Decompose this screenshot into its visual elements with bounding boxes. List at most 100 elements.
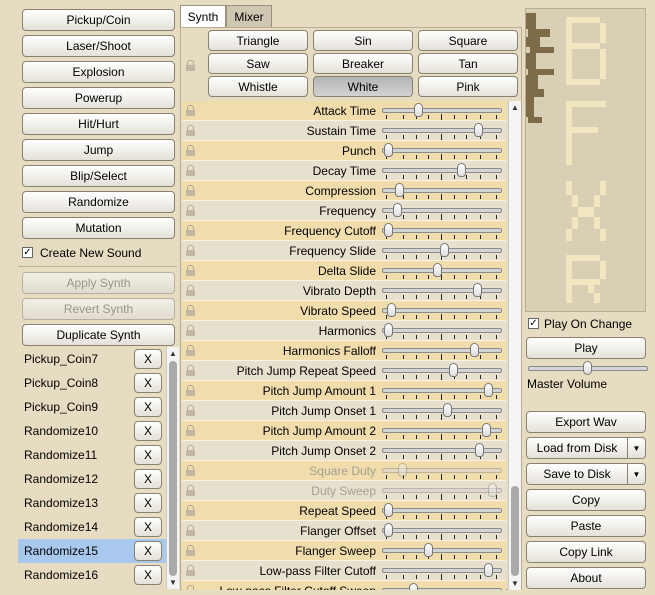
waveform-button[interactable]: Tan bbox=[418, 53, 518, 74]
param-slider-knob[interactable] bbox=[409, 583, 418, 590]
delete-sound-button[interactable]: X bbox=[134, 541, 162, 561]
play-on-change-checkbox[interactable]: ✓ bbox=[528, 318, 539, 329]
list-item[interactable]: Pickup_Coin8 X bbox=[18, 371, 166, 395]
list-item[interactable]: Randomize11 X bbox=[18, 443, 166, 467]
param-slider-track[interactable] bbox=[382, 408, 502, 413]
param-slider-knob[interactable] bbox=[482, 423, 491, 437]
param-slider-knob[interactable] bbox=[475, 443, 484, 457]
lock-icon[interactable] bbox=[186, 245, 195, 256]
scroll-up-icon[interactable]: ▲ bbox=[169, 349, 177, 358]
generator-button[interactable]: Randomize bbox=[22, 191, 175, 213]
list-item[interactable]: Randomize16 X bbox=[18, 563, 166, 587]
param-slider-track[interactable] bbox=[382, 148, 502, 153]
generator-button[interactable]: Laser/Shoot bbox=[22, 35, 175, 57]
param-slider-knob[interactable] bbox=[443, 403, 452, 417]
save-dropdown-icon[interactable]: ▼ bbox=[627, 463, 646, 485]
lock-icon[interactable] bbox=[186, 325, 195, 336]
generator-button[interactable]: Blip/Select bbox=[22, 165, 175, 187]
param-slider-track[interactable] bbox=[382, 288, 502, 293]
lock-icon[interactable] bbox=[186, 285, 195, 296]
waveform-button[interactable]: Whistle bbox=[208, 76, 308, 97]
lock-icon[interactable] bbox=[186, 445, 195, 456]
delete-sound-button[interactable]: X bbox=[134, 373, 162, 393]
list-item[interactable]: Randomize15 X bbox=[18, 539, 166, 563]
list-item[interactable]: Pickup_Coin7 X bbox=[18, 347, 166, 371]
param-slider-knob[interactable] bbox=[474, 123, 483, 137]
list-item[interactable]: Pickup_Coin9 X bbox=[18, 395, 166, 419]
param-slider-track[interactable] bbox=[382, 588, 502, 590]
waveform-button[interactable]: Triangle bbox=[208, 30, 308, 51]
param-slider-knob[interactable] bbox=[484, 383, 493, 397]
lock-icon[interactable] bbox=[186, 305, 195, 316]
waveform-button[interactable]: Pink bbox=[418, 76, 518, 97]
waveform-button[interactable]: Breaker bbox=[313, 53, 413, 74]
param-slider-track[interactable] bbox=[382, 168, 502, 173]
param-slider-knob[interactable] bbox=[387, 303, 396, 317]
load-from-disk-button[interactable]: Load from Disk bbox=[526, 437, 628, 459]
lock-icon[interactable] bbox=[186, 485, 195, 496]
scroll-down-icon[interactable]: ▼ bbox=[511, 579, 519, 588]
scroll-thumb[interactable] bbox=[511, 486, 519, 576]
delete-sound-button[interactable]: X bbox=[134, 397, 162, 417]
list-item[interactable]: Randomize10 X bbox=[18, 419, 166, 443]
param-slider-knob[interactable] bbox=[424, 543, 433, 557]
lock-icon[interactable] bbox=[186, 545, 195, 556]
copy-button[interactable]: Copy bbox=[526, 489, 646, 511]
delete-sound-button[interactable]: X bbox=[134, 349, 162, 369]
param-slider-knob[interactable] bbox=[414, 103, 423, 117]
lock-icon[interactable] bbox=[186, 225, 195, 236]
delete-sound-button[interactable]: X bbox=[134, 421, 162, 441]
create-new-sound-checkbox[interactable]: ✓ bbox=[22, 247, 33, 258]
param-slider-knob[interactable] bbox=[384, 503, 393, 517]
param-slider-knob[interactable] bbox=[440, 243, 449, 257]
param-slider-knob[interactable] bbox=[433, 263, 442, 277]
scroll-up-icon[interactable]: ▲ bbox=[511, 103, 519, 112]
param-slider-track[interactable] bbox=[382, 488, 502, 493]
param-slider-track[interactable] bbox=[382, 268, 502, 273]
tab-synth[interactable]: Synth bbox=[180, 5, 226, 27]
param-slider-track[interactable] bbox=[382, 128, 502, 133]
scroll-thumb[interactable] bbox=[169, 361, 177, 576]
param-slider-track[interactable] bbox=[382, 228, 502, 233]
delete-sound-button[interactable]: X bbox=[134, 493, 162, 513]
generator-button[interactable]: Hit/Hurt bbox=[22, 113, 175, 135]
generator-button[interactable]: Explosion bbox=[22, 61, 175, 83]
lock-icon[interactable] bbox=[186, 425, 195, 436]
param-slider-track[interactable] bbox=[382, 448, 502, 453]
param-slider-track[interactable] bbox=[382, 528, 502, 533]
param-slider-knob[interactable] bbox=[473, 283, 482, 297]
param-slider-knob[interactable] bbox=[384, 323, 393, 337]
param-slider-knob[interactable] bbox=[484, 563, 493, 577]
param-slider-knob[interactable] bbox=[395, 183, 404, 197]
lock-icon[interactable] bbox=[186, 405, 195, 416]
export-wav-button[interactable]: Export Wav bbox=[526, 411, 646, 433]
lock-icon[interactable] bbox=[186, 265, 195, 276]
param-slider-track[interactable] bbox=[382, 328, 502, 333]
scroll-down-icon[interactable]: ▼ bbox=[169, 578, 177, 587]
lock-icon[interactable] bbox=[186, 385, 195, 396]
waveform-button[interactable]: Sin bbox=[313, 30, 413, 51]
list-item[interactable]: Randomize13 X bbox=[18, 491, 166, 515]
sound-list-scrollbar[interactable]: ▲ ▼ bbox=[166, 347, 179, 589]
param-slider-track[interactable] bbox=[382, 108, 502, 113]
param-scrollbar[interactable]: ▲ ▼ bbox=[508, 101, 521, 590]
delete-sound-button[interactable]: X bbox=[134, 565, 162, 585]
load-dropdown-icon[interactable]: ▼ bbox=[627, 437, 646, 459]
duplicate-synth-button[interactable]: Duplicate Synth bbox=[22, 324, 175, 346]
lock-icon[interactable] bbox=[186, 105, 195, 116]
waveform-button[interactable]: Saw bbox=[208, 53, 308, 74]
param-slider-knob[interactable] bbox=[449, 363, 458, 377]
save-to-disk-button[interactable]: Save to Disk bbox=[526, 463, 628, 485]
tab-mixer[interactable]: Mixer bbox=[226, 5, 272, 27]
lock-icon[interactable] bbox=[186, 565, 195, 576]
param-slider-knob[interactable] bbox=[393, 203, 402, 217]
param-slider-knob[interactable] bbox=[384, 223, 393, 237]
param-slider-knob[interactable] bbox=[384, 523, 393, 537]
master-volume-knob[interactable] bbox=[583, 361, 592, 375]
play-button[interactable]: Play bbox=[526, 337, 646, 359]
lock-icon[interactable] bbox=[186, 165, 195, 176]
waveform-lock-icon[interactable] bbox=[186, 60, 195, 71]
param-slider-knob[interactable] bbox=[470, 343, 479, 357]
param-slider-track[interactable] bbox=[382, 548, 502, 553]
delete-sound-button[interactable]: X bbox=[134, 469, 162, 489]
